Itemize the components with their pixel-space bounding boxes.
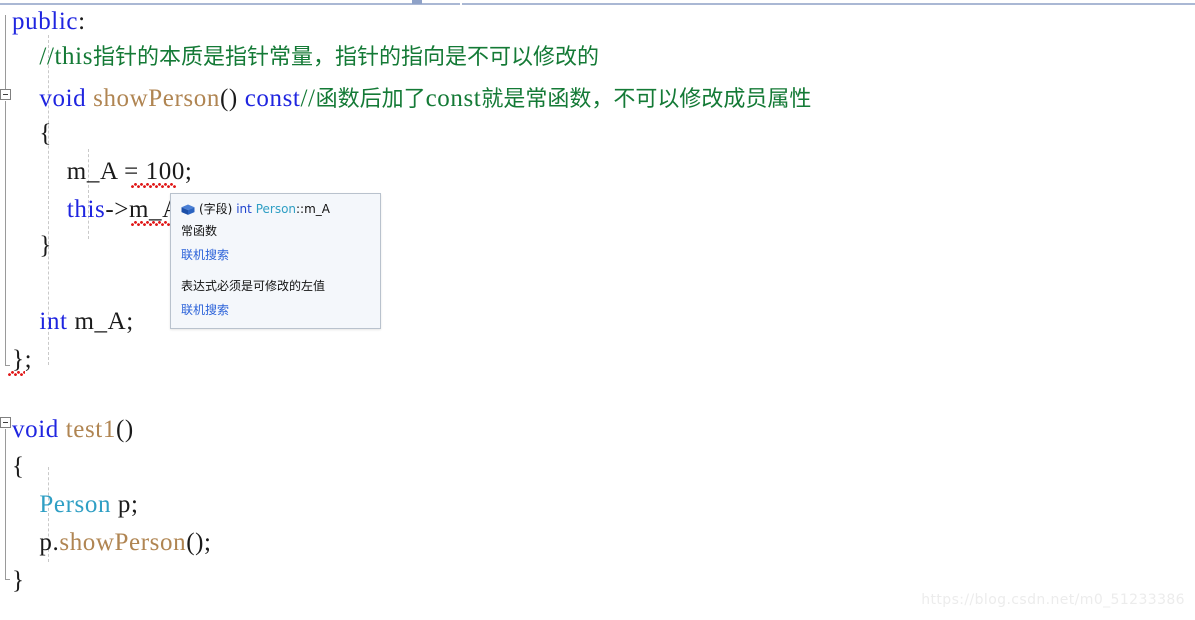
quick-info-tooltip[interactable]: (字段) int Person:: m_A 常函数 联机搜索 表达式必须是可修改的… bbox=[170, 193, 381, 329]
squiggle-this bbox=[131, 221, 171, 226]
code-token: // bbox=[300, 85, 316, 112]
code-line-16[interactable]: } bbox=[12, 568, 25, 593]
code-token: p. bbox=[12, 529, 60, 556]
code-line-10[interactable]: }; bbox=[12, 347, 32, 372]
code-token: Person bbox=[39, 491, 112, 518]
code-token: }; bbox=[12, 346, 33, 373]
code-line-4[interactable]: { bbox=[12, 121, 52, 146]
code-token: } bbox=[12, 567, 25, 594]
tooltip-kind: (字段) bbox=[199, 202, 233, 216]
code-line-7[interactable]: } bbox=[12, 233, 52, 258]
code-token: { bbox=[12, 120, 52, 147]
code-token: () bbox=[115, 416, 134, 443]
code-token: m_A = 100; bbox=[12, 158, 193, 185]
tooltip-type: int bbox=[236, 202, 252, 216]
code-line-8[interactable] bbox=[12, 271, 19, 296]
tooltip-description-1: 常函数 bbox=[181, 224, 218, 238]
code-line-15[interactable]: p.showPerson(); bbox=[12, 530, 212, 555]
code-token: showPerson bbox=[93, 85, 220, 112]
code-token: 就是常函数，不可以修改成员属性 bbox=[481, 87, 812, 112]
scrollbar-thumb[interactable] bbox=[412, 0, 422, 4]
fold-box-function[interactable] bbox=[0, 417, 11, 428]
code-line-1[interactable]: public: bbox=[12, 9, 86, 34]
squiggle-brace bbox=[8, 371, 25, 376]
field-cube-icon bbox=[180, 203, 196, 217]
code-token: m_A; bbox=[67, 308, 134, 335]
fold-line-2 bbox=[5, 429, 6, 579]
code-token: test1 bbox=[65, 416, 116, 443]
watermark: https://blog.csdn.net/m0_51233386 bbox=[921, 592, 1185, 608]
fold-box-class[interactable] bbox=[0, 89, 11, 100]
code-line-3[interactable]: void showPerson() const//函数后加了const就是常函数… bbox=[12, 86, 811, 112]
code-line-11[interactable] bbox=[12, 385, 19, 410]
fold-corner-1 bbox=[5, 579, 10, 580]
code-token: //this bbox=[39, 43, 94, 70]
code-line-14[interactable]: Person p; bbox=[12, 492, 139, 517]
code-token: } bbox=[12, 232, 52, 259]
tooltip-member: m_A bbox=[304, 202, 331, 216]
code-token: : bbox=[78, 8, 86, 35]
fold-corner-0 bbox=[5, 365, 10, 366]
tooltip-search-link-2[interactable]: 联机搜索 bbox=[181, 301, 371, 319]
fold-line-1 bbox=[5, 101, 6, 365]
code-token: showPerson bbox=[59, 529, 187, 556]
squiggle-m-a bbox=[131, 183, 176, 188]
code-token: void bbox=[12, 416, 59, 443]
code-token: public bbox=[12, 8, 79, 35]
code-token: const bbox=[244, 85, 301, 112]
code-line-13[interactable]: { bbox=[12, 454, 25, 479]
tooltip-separator: :: bbox=[296, 202, 305, 216]
code-token: (); bbox=[186, 529, 212, 556]
tooltip-divider-gap bbox=[180, 264, 371, 275]
code-line-5[interactable]: m_A = 100; bbox=[12, 159, 192, 184]
code-token: { bbox=[12, 453, 25, 480]
code-token: p; bbox=[111, 491, 139, 518]
code-line-12[interactable]: void test1() bbox=[12, 417, 134, 442]
code-token: int bbox=[39, 308, 68, 335]
code-token: () bbox=[219, 85, 238, 112]
tooltip-signature-row: (字段) int Person:: m_A bbox=[180, 201, 371, 218]
tooltip-description-2: 表达式必须是可修改的左值 bbox=[181, 279, 326, 293]
tooltip-search-link-1[interactable]: 联机搜索 bbox=[181, 246, 371, 264]
code-token: 函数后加了 bbox=[315, 87, 426, 112]
tooltip-scope: Person bbox=[255, 202, 297, 216]
code-line-9[interactable]: int m_A; bbox=[12, 309, 134, 334]
fold-line-0 bbox=[5, 15, 6, 89]
code-token: const bbox=[425, 85, 482, 112]
code-editor-surface[interactable]: public: //this指针的本质是指针常量，指针的指向是不可以修改的 vo… bbox=[0, 5, 1195, 620]
code-token: this bbox=[66, 196, 106, 223]
code-token: void bbox=[39, 85, 87, 112]
code-token: 指针的本质是指针常量，指针的指向是不可以修改的 bbox=[93, 45, 600, 70]
outlining-margin[interactable] bbox=[0, 5, 11, 620]
code-line-2[interactable]: //this指针的本质是指针常量，指针的指向是不可以修改的 bbox=[12, 44, 599, 70]
